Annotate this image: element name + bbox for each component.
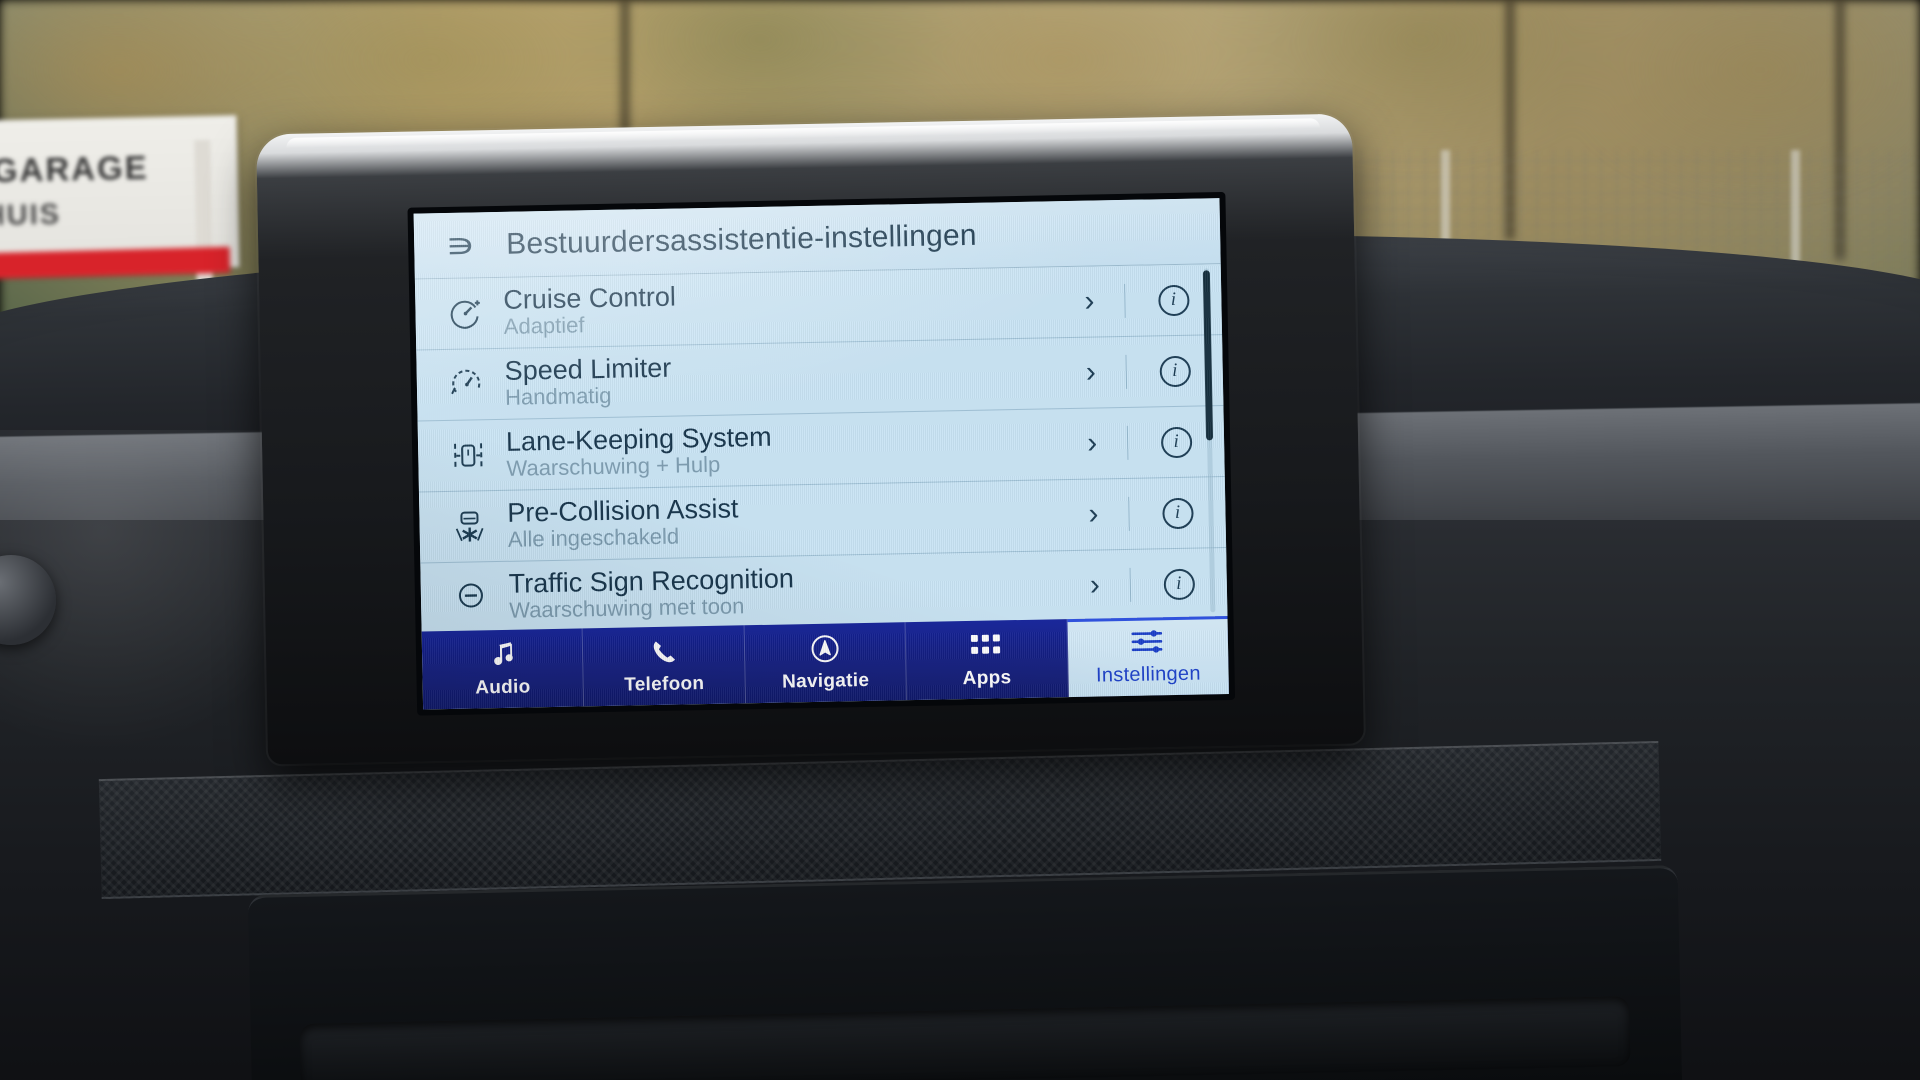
nav-tab-label: Instellingen — [1095, 662, 1202, 687]
chevron-right-icon[interactable]: › — [1055, 355, 1126, 390]
nav-tab-navigatie[interactable]: Navigatie — [744, 622, 908, 704]
back-button[interactable]: ∍ — [414, 212, 507, 279]
traffic-sign-icon — [439, 580, 504, 615]
infotainment-screen: ∍ Bestuurdersassistentie-instellingen Cr… — [413, 198, 1229, 710]
adaptive-cruise-control-icon — [433, 296, 498, 331]
list-item-text: Pre-Collision Assist Alle ingeschakeld — [501, 488, 1059, 553]
chevron-right-icon[interactable]: › — [1058, 497, 1129, 532]
nav-tab-label: Audio — [475, 675, 531, 698]
nav-tab-apps[interactable]: Apps — [905, 619, 1069, 701]
nav-tab-audio[interactable]: Audio — [421, 628, 585, 710]
navigation-compass-icon — [810, 633, 841, 664]
garage-sign-line2: THUIS — [0, 198, 62, 233]
info-icon: i — [1158, 355, 1191, 387]
nav-tab-label: Navigatie — [781, 669, 870, 693]
info-icon: i — [1160, 426, 1192, 458]
info-icon: i — [1163, 568, 1195, 600]
nav-tab-label: Telefoon — [624, 672, 705, 696]
back-arrow-icon: ∍ — [444, 225, 476, 265]
info-icon: i — [1161, 497, 1194, 529]
page-title: Bestuurdersassistentie-instellingen — [505, 218, 978, 261]
music-note-icon — [489, 639, 516, 669]
speed-limiter-icon — [435, 367, 500, 402]
nav-tab-instellingen[interactable]: Instellingen — [1067, 616, 1229, 698]
dashboard-photo-scene: KGARAGE THUIS ∍ Bestuurdersassistentie-i… — [0, 0, 1920, 1080]
settings-sliders-icon — [1130, 626, 1165, 657]
apps-grid-icon — [971, 630, 1002, 661]
list-item-text: Speed Limiter Handmatig — [498, 346, 1056, 410]
pre-collision-icon — [437, 507, 502, 546]
infotainment-bezel: ∍ Bestuurdersassistentie-instellingen Cr… — [256, 113, 1364, 765]
phone-icon — [649, 636, 678, 667]
nav-tab-telefoon[interactable]: Telefoon — [583, 625, 746, 707]
list-item-text: Cruise Control Adaptief — [497, 275, 1055, 339]
info-icon: i — [1157, 284, 1190, 316]
bottom-navigation-bar: Audio Telefoon Navigatie Apps Instelling… — [421, 616, 1229, 710]
settings-list[interactable]: Cruise Control Adaptief › i Speed Limite… — [414, 264, 1228, 632]
list-item-text: Lane-Keeping System Waarschuwing + Hulp — [500, 417, 1058, 481]
chevron-right-icon[interactable]: › — [1057, 426, 1128, 461]
list-item-text: Traffic Sign Recognition Waarschuwing me… — [502, 559, 1060, 623]
garage-sign-line1: KGARAGE — [0, 148, 150, 190]
nav-tab-label: Apps — [962, 666, 1012, 689]
chevron-right-icon[interactable]: › — [1060, 568, 1131, 603]
chevron-right-icon[interactable]: › — [1054, 284, 1125, 319]
lane-keeping-icon — [436, 437, 501, 474]
